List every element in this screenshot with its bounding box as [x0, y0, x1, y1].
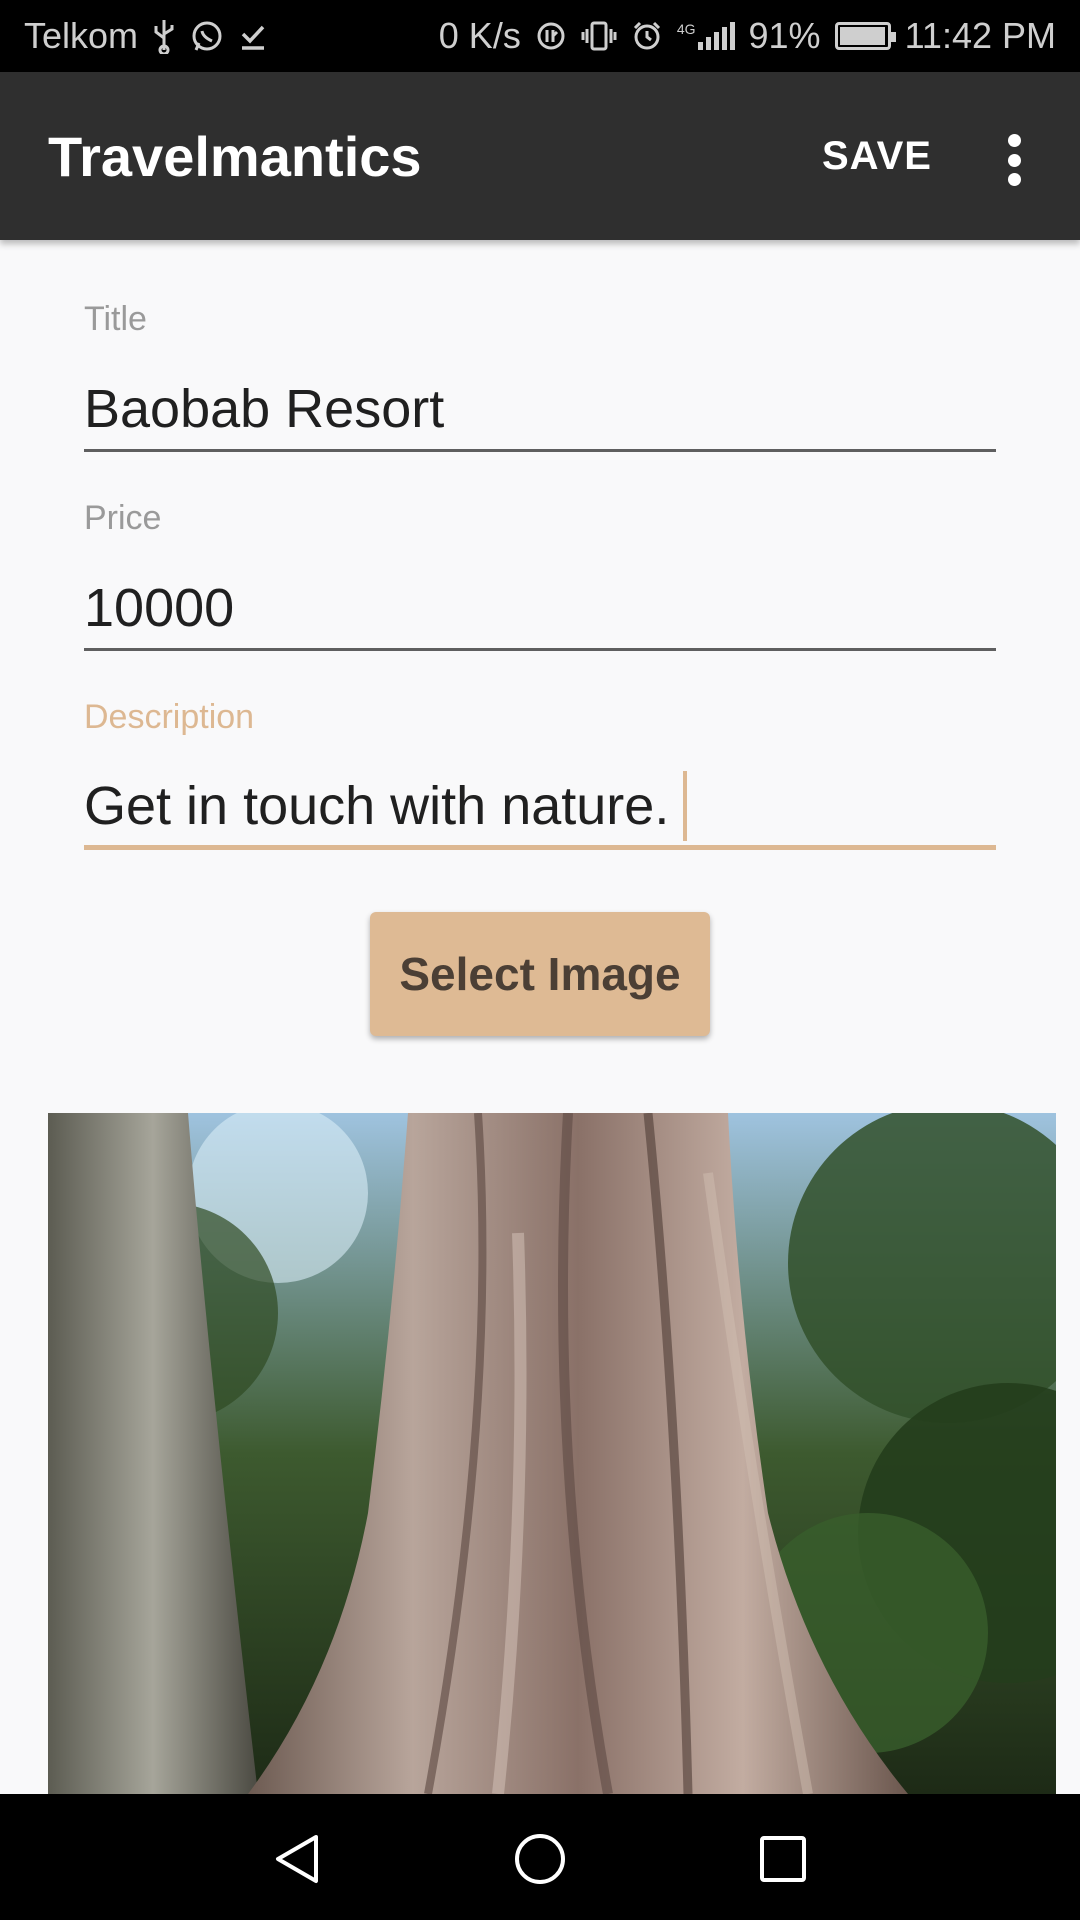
tree-photo — [48, 1113, 1056, 1794]
whatsapp-icon — [190, 19, 224, 53]
description-value: Get in touch with nature. — [84, 775, 670, 836]
clock: 11:42 PM — [904, 15, 1056, 56]
price-label: Price — [84, 499, 162, 537]
app-bar: Travelmantics SAVE — [0, 72, 1080, 240]
app-title: Travelmantics — [48, 125, 422, 188]
recents-icon[interactable] — [756, 1832, 810, 1886]
title-input[interactable]: Baobab Resort — [84, 368, 996, 452]
status-bar: Telkom 0 K/s 4G 91% 11:42 PM — [0, 0, 1080, 72]
description-input[interactable]: Get in touch with nature. — [84, 766, 996, 850]
price-field: Price 10000 — [84, 499, 996, 651]
battery-percent: 91% — [748, 15, 821, 56]
navigation-bar — [0, 1794, 1080, 1920]
back-icon[interactable] — [270, 1832, 324, 1886]
title-value: Baobab Resort — [84, 378, 445, 439]
more-vert-icon[interactable] — [990, 128, 1038, 192]
title-label: Title — [84, 300, 147, 338]
status-left: Telkom — [24, 15, 268, 57]
network-speed: 0 K/s — [438, 15, 521, 56]
battery-fill — [839, 27, 886, 45]
description-label: Description — [84, 698, 255, 736]
usb-icon — [152, 18, 176, 54]
title-field: Title Baobab Resort — [84, 300, 996, 452]
signal-icon: 4G — [677, 22, 735, 50]
data-saver-icon — [535, 20, 567, 52]
price-input[interactable]: 10000 — [84, 567, 996, 651]
status-right: 0 K/s 4G 91% 11:42 PM — [439, 15, 1056, 57]
home-icon[interactable] — [513, 1832, 567, 1886]
carrier-name: Telkom — [24, 15, 139, 56]
price-value: 10000 — [84, 577, 235, 638]
screen: Telkom 0 K/s 4G 91% 11:42 PM Travelmanti… — [0, 0, 1080, 1920]
download-done-icon — [238, 21, 268, 51]
network-type: 4G — [676, 21, 696, 37]
selected-image — [48, 1113, 1056, 1794]
save-button[interactable]: SAVE — [822, 134, 932, 179]
description-field: Description Get in touch with nature. — [84, 698, 996, 850]
battery-icon — [834, 22, 896, 50]
vibrate-icon — [581, 20, 617, 52]
select-image-button[interactable]: Select Image — [370, 912, 710, 1036]
text-cursor — [683, 770, 688, 841]
alarm-icon — [631, 20, 663, 52]
